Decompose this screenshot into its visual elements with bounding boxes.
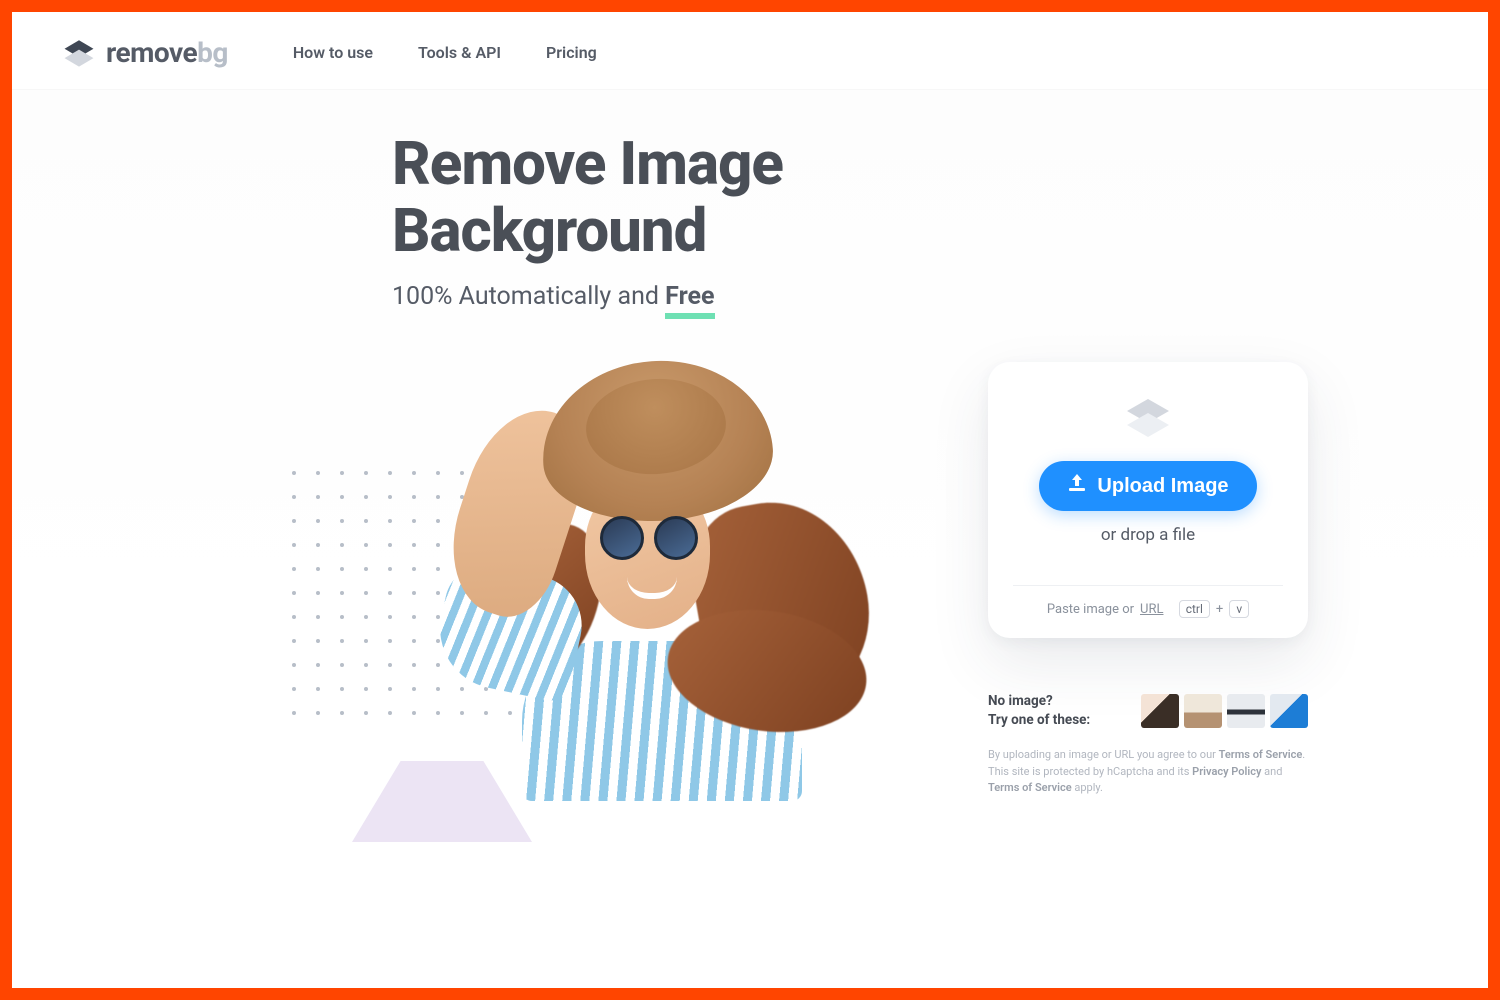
hero-subtitle: 100% Automatically and Free: [392, 282, 1438, 311]
tos-link-2[interactable]: Terms of Service: [988, 781, 1072, 794]
paste-prefix: Paste image or: [1047, 602, 1134, 617]
nav-how-to-use[interactable]: How to use: [293, 43, 373, 62]
samples-text: No image? Try one of these:: [988, 692, 1090, 730]
sample-thumb-3[interactable]: [1227, 694, 1265, 728]
hero-photo: [402, 361, 822, 751]
page: removebg How to use Tools & API Pricing …: [12, 12, 1488, 988]
samples-row: No image? Try one of these:: [988, 692, 1308, 730]
upload-card: Upload Image or drop a file Paste image …: [988, 362, 1308, 638]
keycap-ctrl: ctrl: [1179, 600, 1210, 618]
header: removebg How to use Tools & API Pricing: [12, 12, 1488, 90]
card-logo-icon: [1013, 397, 1283, 439]
logo-text-bg: bg: [197, 36, 228, 69]
privacy-link[interactable]: Privacy Policy: [1192, 765, 1261, 778]
samples-line2: Try one of these:: [988, 711, 1090, 730]
sample-thumb-4[interactable]: [1270, 694, 1308, 728]
sample-thumbs: [1141, 694, 1308, 728]
keycap-plus: +: [1216, 602, 1223, 617]
nav-tools-api[interactable]: Tools & API: [418, 43, 501, 62]
logo[interactable]: removebg: [62, 36, 228, 69]
hero-title: Remove Image Background: [392, 130, 1438, 264]
logo-text: removebg: [106, 36, 228, 69]
logo-text-main: remove: [106, 36, 197, 69]
hero-title-line1: Remove Image: [392, 128, 783, 199]
legal-text: By uploading an image or URL you agree t…: [988, 747, 1308, 797]
upload-icon: [1067, 474, 1087, 498]
hero-subtitle-free: Free: [665, 282, 714, 319]
keycap-v: v: [1229, 600, 1249, 618]
upload-button[interactable]: Upload Image: [1039, 461, 1256, 511]
tos-link[interactable]: Terms of Service: [1219, 748, 1303, 761]
paste-url-link[interactable]: URL: [1140, 602, 1163, 617]
samples-line1: No image?: [988, 692, 1090, 711]
drop-text: or drop a file: [1013, 525, 1283, 545]
sample-thumb-1[interactable]: [1141, 694, 1179, 728]
upload-button-label: Upload Image: [1097, 475, 1228, 498]
hero-subtitle-prefix: 100% Automatically and: [392, 282, 665, 311]
paste-hint: Paste image or URL ctrl + v: [1013, 585, 1283, 618]
nav-pricing[interactable]: Pricing: [546, 43, 597, 62]
logo-icon: [62, 38, 96, 68]
hero-title-line2: Background: [392, 195, 706, 266]
hero-image: [312, 341, 832, 761]
nav: How to use Tools & API Pricing: [293, 43, 597, 62]
sample-thumb-2[interactable]: [1184, 694, 1222, 728]
